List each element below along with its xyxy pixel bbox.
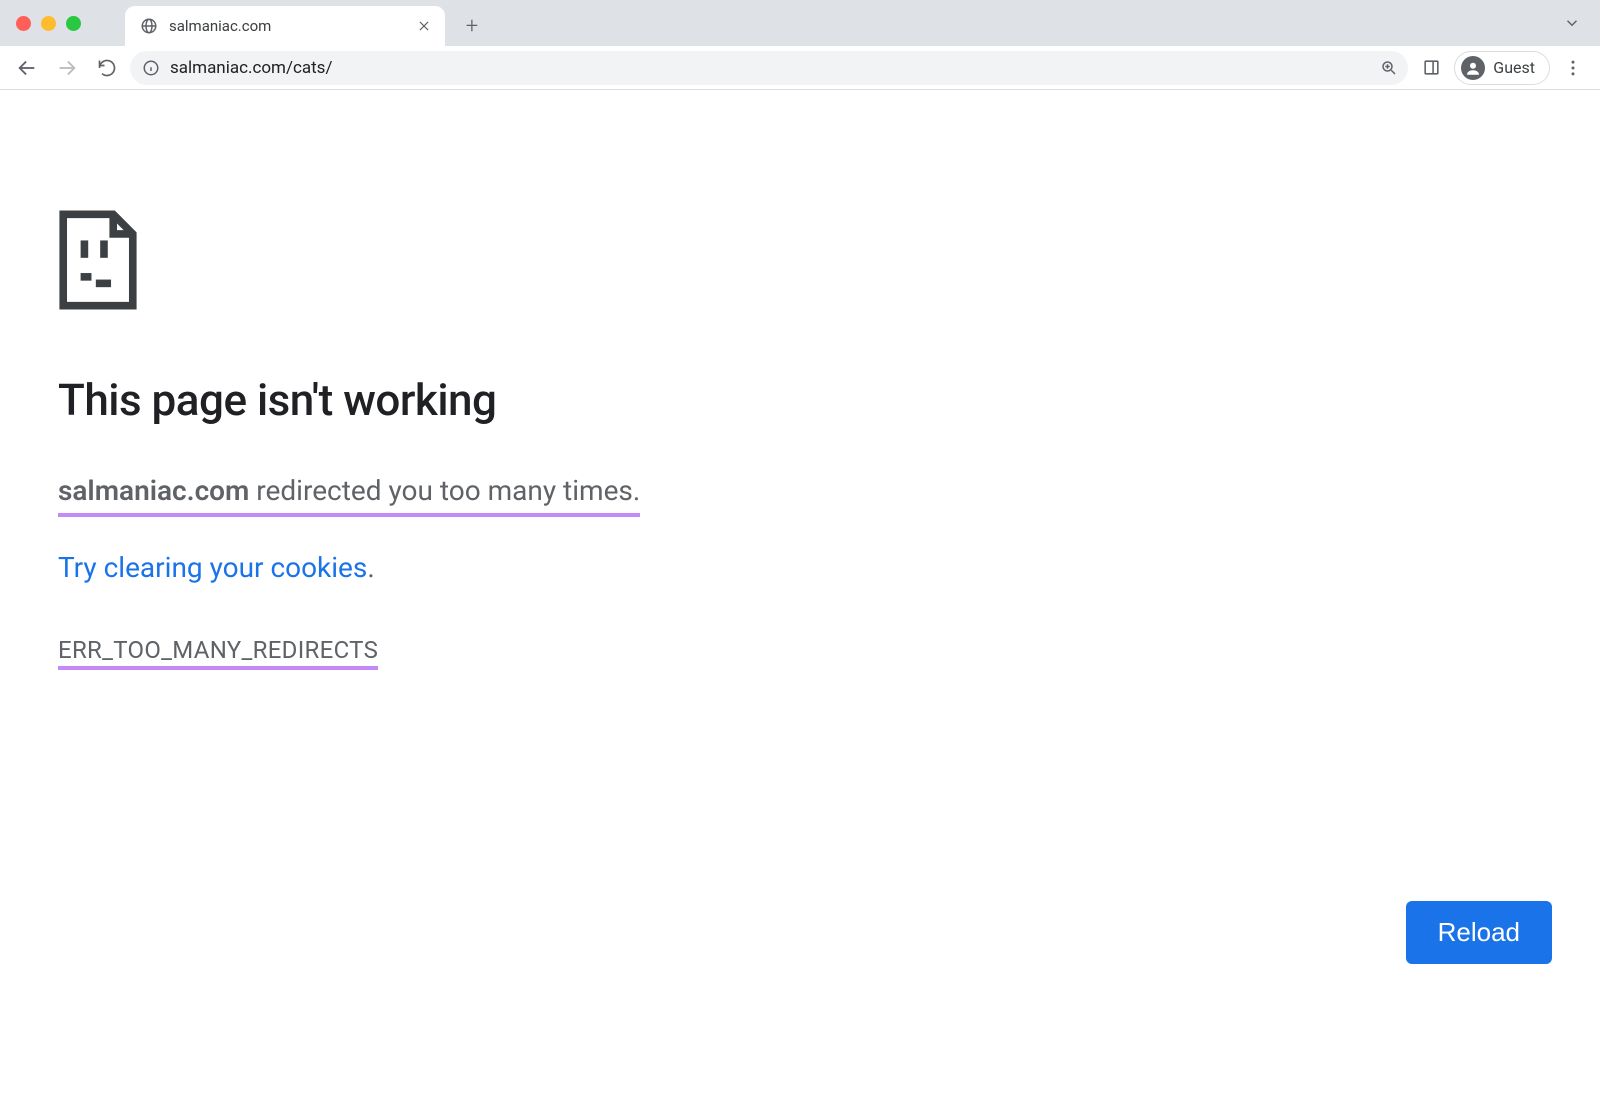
error-link-suffix: . <box>367 551 374 584</box>
browser-toolbar: Guest <box>0 46 1600 90</box>
new-tab-button[interactable]: + <box>455 9 489 43</box>
clear-cookies-link[interactable]: Try clearing your cookies <box>58 551 367 584</box>
profile-button[interactable]: Guest <box>1454 51 1550 85</box>
url-input[interactable] <box>170 58 1370 78</box>
overflow-menu-button[interactable] <box>1556 51 1590 85</box>
profile-label: Guest <box>1493 58 1535 77</box>
globe-icon <box>139 16 159 36</box>
reload-button[interactable]: Reload <box>1406 901 1552 964</box>
sad-file-icon <box>58 210 138 310</box>
address-bar[interactable] <box>130 51 1408 85</box>
reload-toolbar-button[interactable] <box>90 51 124 85</box>
avatar-icon <box>1461 56 1485 80</box>
tab-title: salmaniac.com <box>169 17 405 35</box>
tab-strip: salmaniac.com + <box>0 0 1600 46</box>
error-code: ERR_TOO_MANY_REDIRECTS <box>58 636 378 670</box>
error-message-suffix: redirected you too many times. <box>249 474 640 507</box>
window-maximize-button[interactable] <box>66 16 81 31</box>
window-controls <box>0 0 125 46</box>
browser-tab[interactable]: salmaniac.com <box>125 6 445 46</box>
zoom-icon[interactable] <box>1380 59 1398 77</box>
side-panel-button[interactable] <box>1414 51 1448 85</box>
error-message: salmaniac.com redirected you too many ti… <box>58 470 1542 517</box>
error-title: This page isn't working <box>58 374 1542 426</box>
window-minimize-button[interactable] <box>41 16 56 31</box>
window-close-button[interactable] <box>16 16 31 31</box>
nav-forward-button[interactable] <box>50 51 84 85</box>
tabs-dropdown-button[interactable] <box>1558 9 1586 37</box>
tab-close-button[interactable] <box>415 17 433 35</box>
error-domain: salmaniac.com <box>58 474 249 507</box>
site-info-icon[interactable] <box>142 59 160 77</box>
nav-back-button[interactable] <box>10 51 44 85</box>
error-page: This page isn't working salmaniac.com re… <box>0 90 1600 1104</box>
